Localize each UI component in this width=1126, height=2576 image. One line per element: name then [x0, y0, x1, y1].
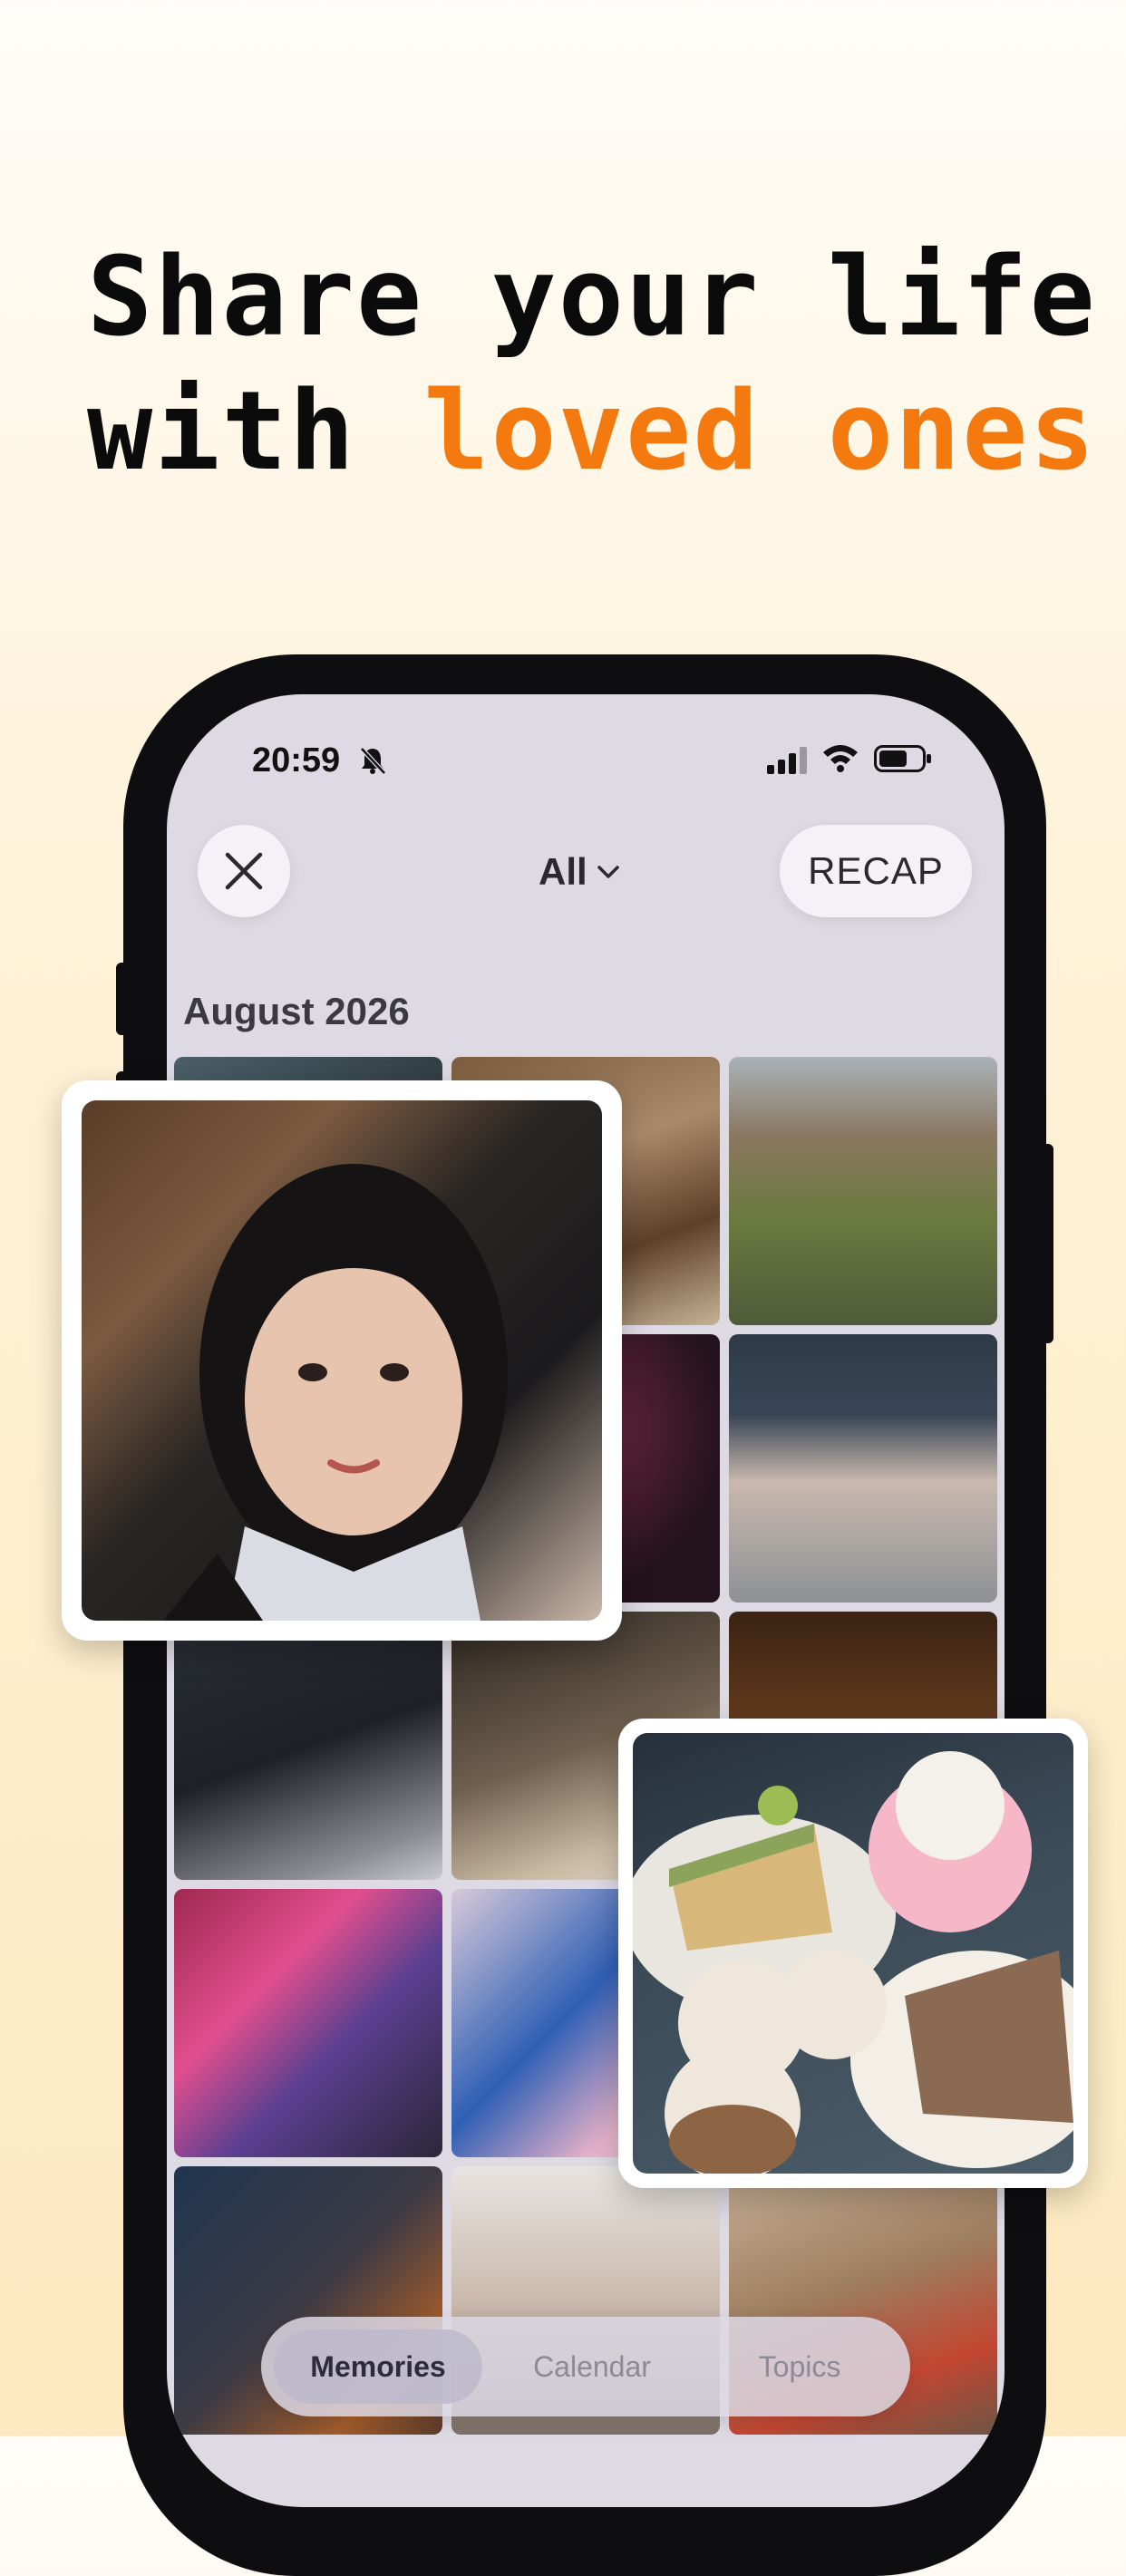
- phone-side-button: [116, 963, 129, 1035]
- photo-tile[interactable]: [174, 1612, 442, 1880]
- chevron-down-icon: [597, 866, 619, 878]
- phone-power-button: [1041, 1144, 1053, 1343]
- close-icon: [225, 852, 263, 890]
- month-header: August 2026: [183, 990, 410, 1032]
- signal-icon: [767, 747, 807, 774]
- headline-line-1: Share your life: [87, 235, 1097, 361]
- featured-photo-card[interactable]: [618, 1719, 1088, 2188]
- featured-photo: [82, 1100, 602, 1621]
- status-time: 20:59: [252, 741, 341, 780]
- headline-accent: loved ones: [423, 369, 1097, 495]
- tab-topics[interactable]: Topics: [702, 2329, 898, 2404]
- headline: Share your life with loved ones: [87, 231, 1102, 499]
- headline-line-2: with loved ones: [87, 365, 1102, 499]
- tab-calendar[interactable]: Calendar: [491, 2329, 693, 2404]
- photo-tile[interactable]: [729, 1334, 997, 1603]
- photo-tile[interactable]: [174, 1889, 442, 2157]
- filter-label: All: [539, 850, 587, 893]
- filter-dropdown[interactable]: All: [539, 847, 620, 897]
- status-bar: 20:59: [167, 694, 1005, 803]
- featured-photo-card[interactable]: [62, 1080, 622, 1641]
- headline-line-2-prefix: with: [87, 369, 424, 495]
- recap-button[interactable]: RECAP: [780, 825, 972, 917]
- close-button[interactable]: [198, 825, 290, 917]
- tab-bar: Memories Calendar Topics: [261, 2317, 910, 2416]
- wifi-icon: [823, 745, 858, 772]
- tab-memories[interactable]: Memories: [274, 2329, 482, 2404]
- featured-photo: [633, 1733, 1073, 2174]
- bell-slash-icon: [360, 747, 386, 775]
- battery-icon: [874, 745, 931, 772]
- photo-tile[interactable]: [729, 1057, 997, 1325]
